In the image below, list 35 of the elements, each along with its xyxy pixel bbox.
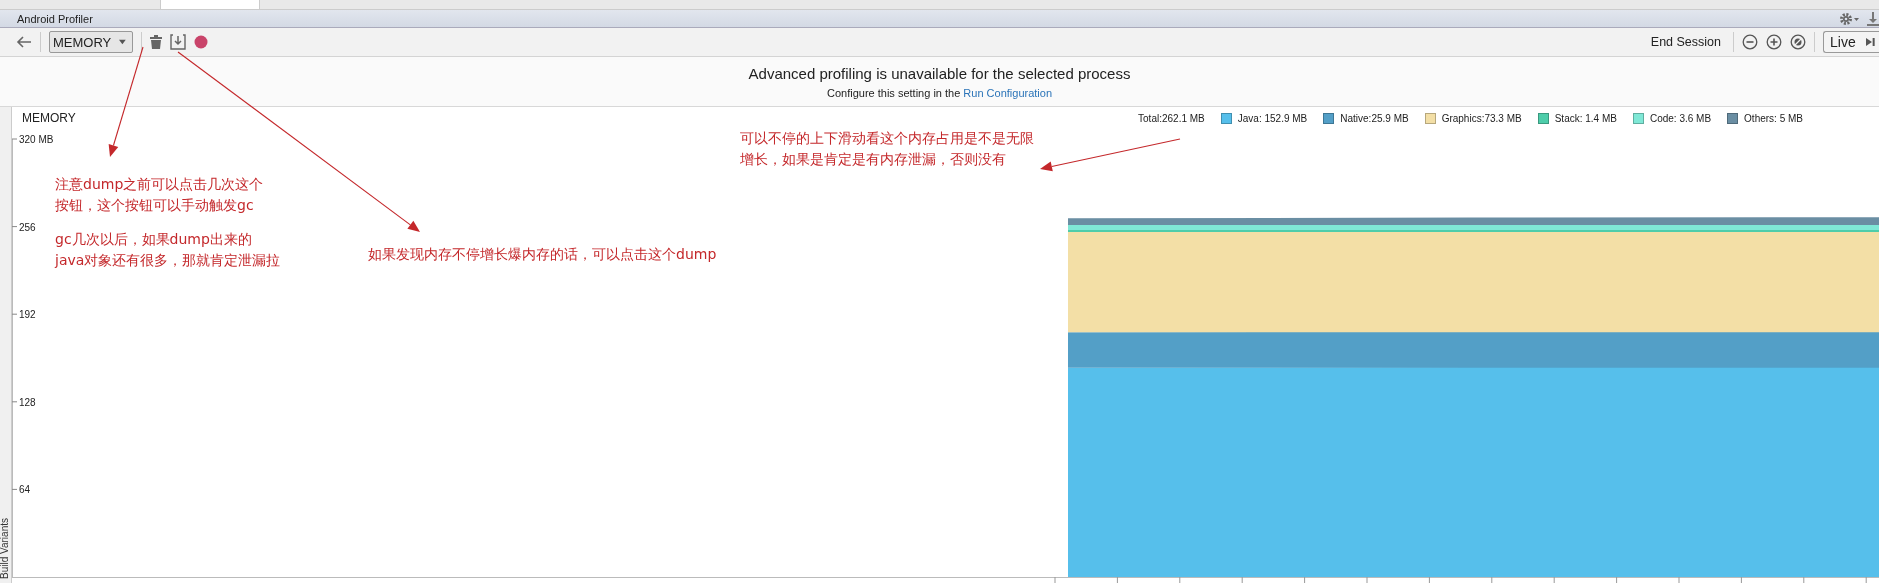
caret-icon bbox=[119, 39, 126, 45]
download-icon[interactable] bbox=[1867, 11, 1879, 26]
play-pause-icon bbox=[1865, 35, 1875, 49]
zoom-out-icon[interactable] bbox=[1742, 34, 1758, 50]
legend-total: Total:262.1 MB bbox=[1138, 112, 1205, 124]
axis-label: 192 bbox=[19, 309, 36, 321]
gear-icon[interactable] bbox=[1839, 11, 1861, 26]
axis-label: 320 MB bbox=[19, 134, 54, 145]
legend-label: Java: 152.9 MB bbox=[1237, 112, 1308, 124]
window-title: Android Profiler bbox=[17, 12, 93, 25]
banner-message: Advanced profiling is unavailable for the selected process bbox=[748, 64, 1131, 82]
download-icon[interactable] bbox=[170, 34, 186, 50]
monitor-title: MEMORY bbox=[22, 111, 76, 125]
back-icon[interactable] bbox=[16, 35, 32, 49]
annotation-text: gc几次以后，如果dump出来的 java对象还有很多，那就肯定泄漏拉 bbox=[55, 230, 281, 270]
record-icon[interactable] bbox=[194, 35, 208, 49]
annotation-text: 如果发现内存不停增长爆内存的话，可以点击这个dump bbox=[368, 245, 717, 264]
trash-icon[interactable] bbox=[150, 35, 162, 49]
axis-label: 128 bbox=[19, 396, 36, 408]
annotation-text: 注意dump之前可以点击几次这个 按钮，这个按钮可以手动触发gc bbox=[55, 175, 264, 215]
legend-label: Others: 5 MB bbox=[1744, 112, 1803, 124]
axis-label: 256 bbox=[19, 221, 36, 233]
legend-label: Native:25.9 MB bbox=[1340, 112, 1409, 124]
monitor-select[interactable]: MEMORY bbox=[49, 31, 133, 53]
legend-label: Stack: 1.4 MB bbox=[1554, 112, 1617, 124]
live-button[interactable]: Live bbox=[1823, 31, 1879, 53]
zoom-in-icon[interactable] bbox=[1766, 34, 1782, 50]
banner-hint: Configure this setting in the Run Configuration bbox=[827, 86, 1052, 99]
axis-label: 64 bbox=[19, 484, 31, 496]
legend-label: Code: 3.6 MB bbox=[1649, 112, 1712, 124]
end-session-button[interactable]: End Session bbox=[1646, 35, 1725, 49]
reset-zoom-icon[interactable] bbox=[1790, 34, 1806, 50]
annotation-text: 可以不停的上下滑动看这个内存占用是不是无限 增长，如果是肯定是有内存泄漏，否则没有 bbox=[740, 129, 1034, 169]
legend-label: Graphics:73.3 MB bbox=[1441, 112, 1522, 124]
run-configuration-link[interactable]: Run Configuration bbox=[963, 86, 1052, 99]
